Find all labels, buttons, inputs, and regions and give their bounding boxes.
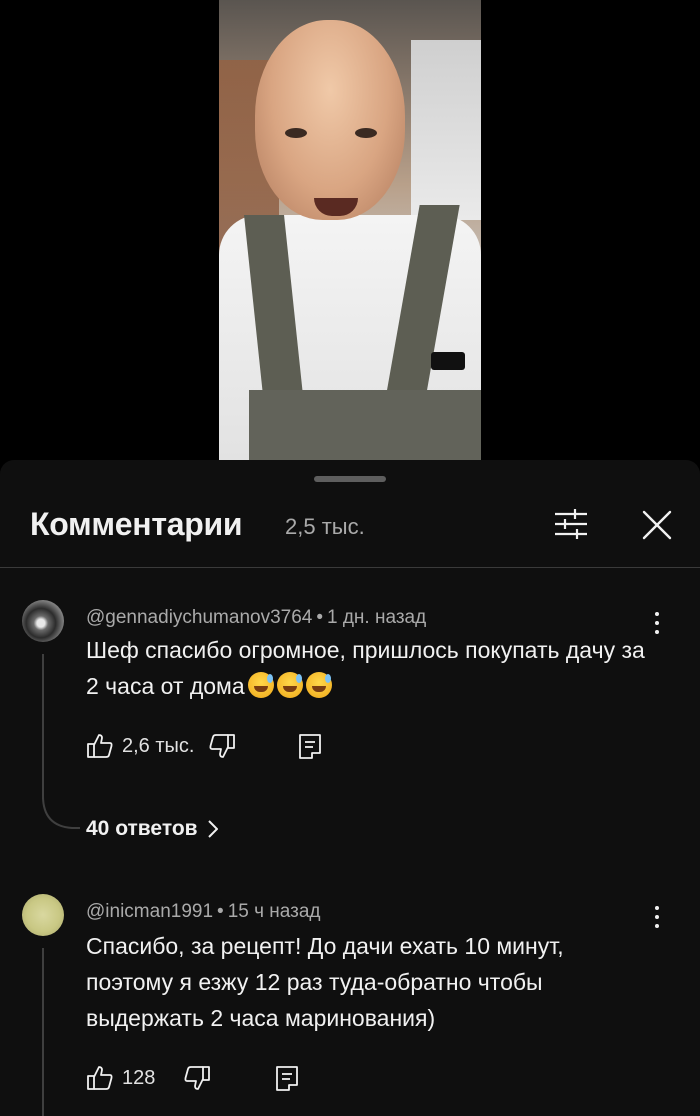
comment-body: Спасибо, за рецепт! До дачи ехать 10 мин… [86,933,564,1031]
chef-face [255,20,405,220]
comment-body: Шеф спасибо огромное, пришлось покупать … [86,637,645,699]
separator: • [217,901,224,922]
comment-meta: @inicman1991 • 15 ч назад [86,901,321,923]
comments-header: Комментарии 2,5 тыс. [0,460,700,568]
thumb-up-icon[interactable] [86,1064,114,1092]
replies-count: 40 ответов [86,817,198,840]
thread-connector [42,796,80,829]
thumb-down-icon[interactable] [208,732,236,760]
comments-title: Комментарии [30,506,243,542]
comment-actions: 128 [86,1060,301,1096]
chevron-right-icon [207,820,218,838]
separator: • [316,607,323,628]
comment-meta: @gennadiychumanov3764 • 1 дн. назад [86,607,426,629]
like-count: 2,6 тыс. [122,734,195,757]
close-icon[interactable] [640,508,674,542]
comment-text: Спасибо, за рецепт! До дачи ехать 10 мин… [86,928,646,1036]
eye [285,128,307,138]
view-replies-button[interactable]: 40 ответов [86,817,218,841]
lapel-mic [431,352,465,370]
avatar[interactable] [22,894,64,936]
thumb-up-icon[interactable] [86,732,114,760]
more-vertical-icon[interactable] [648,904,666,932]
apron [249,390,481,462]
comment-text: Шеф спасибо огромное, пришлось покупать … [86,632,646,704]
comment-actions: 2,6 тыс. [86,728,324,764]
more-vertical-icon[interactable] [648,610,666,638]
grinning-sweat-emoji [247,672,274,698]
avatar[interactable] [22,600,64,642]
reply-icon[interactable] [296,732,324,760]
comment-author[interactable]: @inicman1991 [86,901,213,922]
video-frame[interactable] [219,0,481,462]
comments-count: 2,5 тыс. [285,514,365,539]
comments-sheet: Комментарии 2,5 тыс. @gennadiychumanov37… [0,460,700,1116]
sliders-icon[interactable] [553,508,589,540]
grinning-sweat-emoji [276,672,303,698]
like-count: 128 [122,1066,156,1089]
thread-line [42,948,44,1116]
comment-time: 15 ч назад [227,901,321,922]
kitchen-background [411,40,481,220]
thread-line [42,654,44,799]
eye [355,128,377,138]
grinning-sweat-emoji [305,672,332,698]
video-player[interactable] [0,0,700,462]
reply-icon[interactable] [273,1064,301,1092]
comment-author[interactable]: @gennadiychumanov3764 [86,607,312,628]
thumb-down-icon[interactable] [183,1064,211,1092]
comment-time: 1 дн. назад [327,607,427,628]
